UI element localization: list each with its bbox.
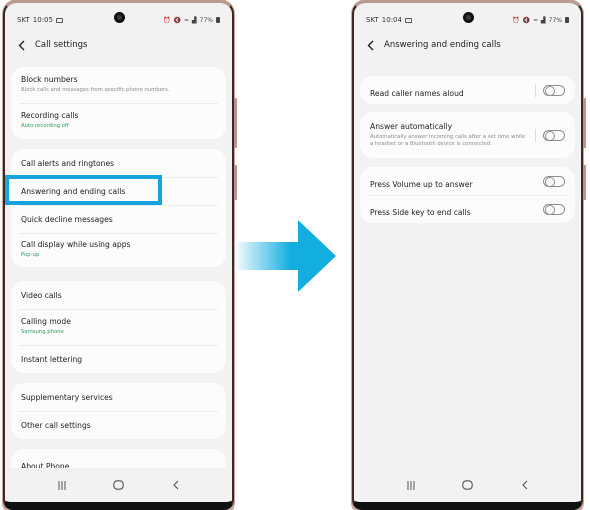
item-subtitle: Pop-up — [21, 252, 40, 259]
battery-level: 77% — [548, 16, 562, 24]
mute-icon: 🔇 — [522, 16, 530, 24]
list-item-answer-automatically[interactable]: Answer automatically Automatically answe… — [360, 112, 575, 158]
signal-icon: ▟ — [541, 16, 546, 24]
status-bar: SKT 10:05 ⏰ 🔇 ≈ ▟ 77% — [17, 13, 220, 27]
battery-level: 77% — [199, 16, 213, 24]
side-key-end-toggle[interactable] — [543, 203, 565, 215]
list-item-volume-up-answer[interactable]: Press Volume up to answer — [360, 167, 575, 195]
battery-icon — [216, 17, 220, 23]
item-title: Press Side key to end calls — [370, 207, 471, 217]
list-item-supplementary-services[interactable]: Supplementary services — [11, 383, 226, 411]
list-item-video-calls[interactable]: Video calls — [11, 281, 226, 309]
settings-group-read-names: Read caller names aloud — [360, 76, 575, 104]
side-key — [583, 165, 586, 200]
settings-group-blocking: Block numbers Block calls and messages f… — [11, 67, 226, 139]
item-title: Call alerts and ringtones — [21, 158, 115, 168]
settings-group-hardware-keys: Press Volume up to answer Press Side key… — [360, 167, 575, 223]
volume-button — [234, 98, 237, 148]
alarm-icon: ⏰ — [512, 16, 520, 24]
list-item-call-display[interactable]: Call display while using apps Pop-up — [11, 233, 226, 267]
item-subtitle: Samsung phone — [21, 329, 64, 336]
settings-group-auto-answer: Answer automatically Automatically answe… — [360, 112, 575, 158]
alarm-icon: ⏰ — [163, 16, 171, 24]
item-title: Video calls — [21, 290, 62, 300]
side-key — [234, 165, 237, 200]
read-caller-names-toggle[interactable] — [543, 84, 565, 96]
gallery-icon — [404, 17, 412, 23]
status-bar: SKT 10:04 ⏰ 🔇 ≈ ▟ 77% — [366, 13, 569, 27]
signal-icon: ▟ — [192, 16, 197, 24]
page-title: Answering and ending calls — [384, 40, 501, 50]
app-header: Answering and ending calls — [366, 37, 569, 53]
list-item-calling-mode[interactable]: Calling mode Samsung phone — [11, 309, 226, 345]
phone-screen-answering-ending-calls: SKT 10:04 ⏰ 🔇 ≈ ▟ 77% Answering and endi… — [352, 0, 583, 510]
home-icon[interactable] — [458, 477, 478, 493]
item-title: Read caller names aloud — [370, 88, 464, 98]
item-subtitle: Automatically answer incoming calls afte… — [370, 133, 526, 147]
item-title: Press Volume up to answer — [370, 179, 473, 189]
list-item-block-numbers[interactable]: Block numbers Block calls and messages f… — [11, 67, 226, 103]
app-header: Call settings — [17, 37, 220, 53]
back-icon[interactable] — [166, 477, 186, 493]
navigation-bar — [354, 468, 581, 502]
battery-icon — [565, 17, 569, 23]
settings-group-calling: Video calls Calling mode Samsung phone I… — [11, 281, 226, 373]
item-title: Answer automatically — [370, 121, 453, 131]
carrier-label: SKT — [366, 16, 379, 24]
time-label: 10:04 — [381, 16, 402, 24]
mute-icon: 🔇 — [173, 16, 181, 24]
item-title: Calling mode — [21, 317, 71, 327]
recents-icon[interactable] — [52, 477, 72, 493]
phone-screen-call-settings: SKT 10:05 ⏰ 🔇 ≈ ▟ 77% Call settings Bloc… — [3, 0, 234, 510]
back-arrow-icon[interactable] — [366, 39, 374, 51]
settings-group-call-behaviour: Call alerts and ringtones Answering and … — [11, 149, 226, 267]
gallery-icon — [55, 17, 63, 23]
settings-group-other: Supplementary services Other call settin… — [11, 383, 226, 439]
item-title: Call display while using apps — [21, 240, 131, 250]
divider — [535, 83, 536, 97]
highlight-box — [5, 175, 162, 205]
answer-automatically-toggle[interactable] — [543, 129, 565, 141]
list-item-instant-lettering[interactable]: Instant lettering — [11, 345, 226, 373]
wifi-icon: ≈ — [184, 16, 190, 24]
page-title: Call settings — [35, 40, 88, 50]
item-title: Supplementary services — [21, 392, 113, 402]
list-item-call-alerts[interactable]: Call alerts and ringtones — [11, 149, 226, 177]
time-label: 10:05 — [32, 16, 53, 24]
list-item-other-call-settings[interactable]: Other call settings — [11, 411, 226, 439]
item-subtitle: Block calls and messages from specific p… — [21, 87, 170, 94]
item-title: Instant lettering — [21, 354, 83, 364]
item-title: Block numbers — [21, 75, 78, 85]
item-title: Quick decline messages — [21, 214, 113, 224]
item-subtitle: Auto recording off — [21, 123, 69, 130]
divider — [535, 128, 536, 142]
back-icon[interactable] — [515, 477, 535, 493]
item-title: Other call settings — [21, 420, 91, 430]
item-title: Recording calls — [21, 111, 79, 121]
volume-button — [583, 98, 586, 148]
home-icon[interactable] — [109, 477, 129, 493]
back-arrow-icon[interactable] — [17, 39, 25, 51]
navigation-bar — [5, 468, 232, 502]
recents-icon[interactable] — [401, 477, 421, 493]
transition-arrow-icon — [236, 220, 336, 292]
carrier-label: SKT — [17, 16, 30, 24]
list-item-read-caller-names[interactable]: Read caller names aloud — [360, 76, 575, 104]
list-item-side-key-end[interactable]: Press Side key to end calls — [360, 195, 575, 223]
list-item-recording-calls[interactable]: Recording calls Auto recording off — [11, 103, 226, 139]
volume-up-answer-toggle[interactable] — [543, 175, 565, 187]
list-item-quick-decline[interactable]: Quick decline messages — [11, 205, 226, 233]
wifi-icon: ≈ — [533, 16, 539, 24]
